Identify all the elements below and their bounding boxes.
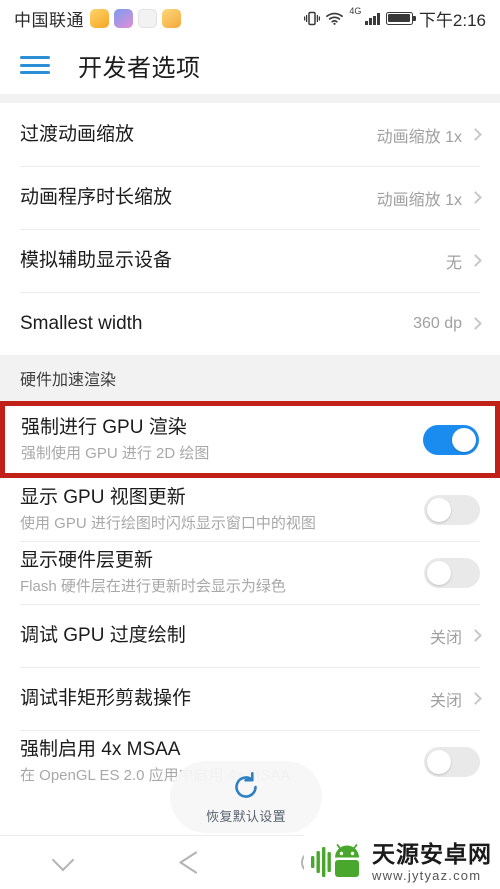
- list-item-texts: 调试非矩形剪裁操作: [20, 686, 420, 712]
- list-item-title: 强制启用 4x MSAA: [20, 739, 181, 761]
- signal-bars-icon: [365, 12, 380, 25]
- list-item-force-gpu-rendering[interactable]: 强制进行 GPU 渲染 强制使用 GPU 进行 2D 绘图: [0, 401, 500, 478]
- list-item-title: 调试 GPU 过度绘制: [20, 624, 186, 646]
- list-item-value: 360 dp: [413, 314, 462, 332]
- list-item-right: 关闭: [429, 624, 482, 648]
- status-bar: 中国联通 4G 下午2:16: [0, 0, 500, 36]
- list-item-right: 无: [445, 249, 482, 273]
- section-header-hardware-rendering: 硬件加速渲染: [0, 355, 500, 401]
- network-type-label: 4G: [349, 5, 362, 16]
- list-item-right: 动画缩放 1x: [376, 123, 482, 147]
- clock-label: 下午2:16: [418, 10, 486, 30]
- nav-back-button[interactable]: [125, 836, 250, 889]
- list-item-title: 模拟辅助显示设备: [20, 249, 173, 271]
- back-triangle-icon: [178, 851, 198, 874]
- toggle-force-gpu-rendering[interactable]: [423, 424, 479, 455]
- list-item-texts: 模拟辅助显示设备: [20, 248, 436, 274]
- divider: [20, 229, 480, 230]
- hamburger-menu-icon[interactable]: [20, 54, 50, 76]
- chevron-right-icon: [469, 629, 482, 642]
- android-robot-logo: [310, 842, 366, 882]
- status-app-icons: [90, 8, 181, 28]
- list-item-right: 动画缩放 1x: [376, 186, 482, 210]
- toggle-knob: [452, 427, 476, 452]
- wifi-icon: [326, 12, 344, 25]
- app-bar: 开发者选项: [0, 36, 500, 94]
- divider: [20, 730, 480, 731]
- list-item-subtitle: 使用 GPU 进行绘图时闪烁显示窗口中的视图: [20, 514, 316, 532]
- list-item-debug-gpu-overdraw[interactable]: 调试 GPU 过度绘制 关闭: [0, 604, 500, 667]
- carrier-label: 中国联通: [14, 10, 84, 30]
- app-icon-1: [90, 8, 109, 28]
- list-item-value: 动画缩放 1x: [376, 128, 462, 146]
- chevron-right-icon: [469, 191, 482, 204]
- nav-collapse-button[interactable]: [0, 836, 125, 889]
- list-item-texts: 显示硬件层更新 Flash 硬件层在进行更新时会显示为绿色: [20, 548, 424, 597]
- list-item[interactable]: 过渡动画缩放 动画缩放 1x: [0, 103, 500, 166]
- list-item-texts: 动画程序时长缩放: [20, 185, 367, 211]
- list-item-debug-non-rect-clip[interactable]: 调试非矩形剪裁操作 关闭: [0, 667, 500, 730]
- list-item-texts: 强制进行 GPU 渲染 强制使用 GPU 进行 2D 绘图: [21, 415, 423, 464]
- list-item-subtitle: 强制使用 GPU 进行 2D 绘图: [21, 444, 210, 462]
- restore-defaults-button[interactable]: 恢复默认设置: [170, 761, 322, 833]
- site-watermark: 天源安卓网 www.jytyaz.com: [304, 835, 500, 889]
- restore-defaults-label: 恢复默认设置: [206, 808, 286, 824]
- list-item-value: 动画缩放 1x: [376, 191, 462, 209]
- chevron-right-icon: [469, 254, 482, 267]
- list-item-texts: 显示 GPU 视图更新 使用 GPU 进行绘图时闪烁显示窗口中的视图: [20, 485, 424, 534]
- list-item-title: 显示 GPU 视图更新: [20, 487, 186, 509]
- list-top-gap: [0, 94, 500, 103]
- list-item[interactable]: 动画程序时长缩放 动画缩放 1x: [0, 166, 500, 229]
- restore-circular-arrow-icon: [229, 770, 263, 804]
- list-item-value: 无: [445, 254, 462, 272]
- battery-icon: [385, 11, 416, 25]
- list-item-title: 强制进行 GPU 渲染: [21, 417, 187, 439]
- vibrate-icon: [304, 11, 321, 26]
- divider: [20, 292, 480, 293]
- list-item-right: 360 dp: [413, 314, 482, 333]
- toggle-show-gpu-view-updates[interactable]: [424, 494, 480, 525]
- watermark-title: 天源安卓网: [372, 840, 492, 867]
- list-item-texts: 调试 GPU 过度绘制: [20, 623, 420, 649]
- toggle-show-hardware-layer-updates[interactable]: [424, 557, 480, 588]
- divider: [20, 604, 480, 605]
- list-item-texts: Smallest width: [20, 311, 403, 337]
- app-icon-2: [114, 8, 133, 28]
- list-item-right: 关闭: [429, 687, 482, 711]
- chevron-right-icon: [469, 128, 482, 141]
- list-item-value: 关闭: [429, 692, 462, 710]
- toggle-force-4x-msaa[interactable]: [424, 746, 480, 777]
- list-item-title: 过渡动画缩放: [20, 123, 135, 145]
- app-icon-3: [138, 8, 157, 28]
- list-item-show-hardware-layer-updates[interactable]: 显示硬件层更新 Flash 硬件层在进行更新时会显示为绿色: [0, 541, 500, 604]
- list-item[interactable]: Smallest width 360 dp: [0, 292, 500, 355]
- divider: [20, 541, 480, 542]
- chevron-right-icon: [469, 317, 482, 330]
- list-item[interactable]: 模拟辅助显示设备 无: [0, 229, 500, 292]
- divider: [20, 166, 480, 167]
- list-item-title: 动画程序时长缩放: [20, 186, 173, 208]
- list-item-show-gpu-view-updates[interactable]: 显示 GPU 视图更新 使用 GPU 进行绘图时闪烁显示窗口中的视图: [0, 478, 500, 541]
- toggle-knob: [427, 560, 451, 585]
- watermark-text: 天源安卓网 www.jytyaz.com: [372, 840, 492, 883]
- chevron-down-icon: [51, 848, 74, 871]
- chevron-right-icon: [469, 692, 482, 705]
- status-right-icons: 4G 下午2:16: [304, 6, 486, 31]
- app-icon-4: [162, 8, 181, 28]
- divider: [20, 667, 480, 668]
- toggle-knob: [427, 749, 451, 774]
- phone-screen: 中国联通 4G 下午2:16 开发者选项 过渡动画缩放 动画缩放 1x 动画程序…: [0, 0, 500, 889]
- list-item-texts: 过渡动画缩放: [20, 122, 367, 148]
- toggle-knob: [427, 497, 451, 522]
- list-item-title: 显示硬件层更新: [20, 550, 154, 572]
- page-title: 开发者选项: [78, 54, 201, 82]
- list-item-title: 调试非矩形剪裁操作: [20, 687, 192, 709]
- watermark-url: www.jytyaz.com: [372, 867, 482, 883]
- list-item-subtitle: Flash 硬件层在进行更新时会显示为绿色: [20, 577, 286, 595]
- list-item-title: Smallest width: [20, 312, 143, 334]
- list-item-value: 关闭: [429, 629, 462, 647]
